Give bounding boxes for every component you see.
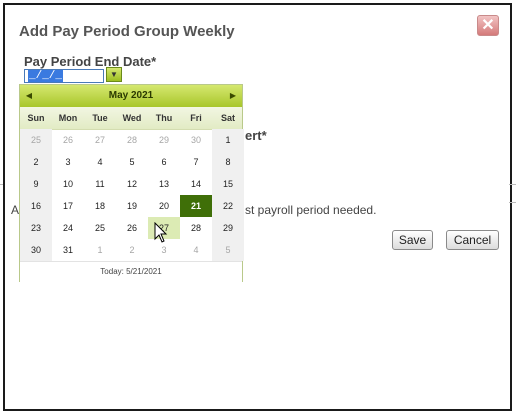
calendar-day[interactable]: 25 [20,129,52,151]
info-text-prefix: A [11,203,20,217]
calendar-day[interactable]: 8 [212,151,244,173]
calendar-day[interactable]: 5 [212,239,244,261]
calendar-day[interactable]: 9 [20,173,52,195]
weekday-mon: Mon [58,113,78,123]
calendar-day[interactable]: 4 [180,239,212,261]
previous-month-icon[interactable]: ◀ [22,85,36,107]
weekday-header-row: Sun Mon Tue Wed Thu Fri Sat [20,107,242,130]
calendar-day[interactable]: 2 [116,239,148,261]
weekday-wed: Wed [122,113,142,123]
pay-period-end-date-label: Pay Period End Date* [24,54,157,69]
calendar-day[interactable]: 25 [84,217,116,239]
calendar-day[interactable]: 5 [116,151,148,173]
calendar-day[interactable]: 12 [116,173,148,195]
calendar-day[interactable]: 7 [180,151,212,173]
calendar-day[interactable]: 18 [84,195,116,217]
calendar-day-selected[interactable]: 21 [180,195,212,217]
calendar-day[interactable]: 31 [52,239,84,261]
calendar-day[interactable]: 1 [212,129,244,151]
calendar-month-label[interactable]: May 2021 [20,85,242,107]
background-divider-left [0,184,3,185]
calendar-day[interactable]: 13 [148,173,180,195]
calendar-day[interactable]: 10 [52,173,84,195]
weekday-tue: Tue [92,113,108,123]
calendar-day[interactable]: 28 [180,217,212,239]
second-field-label: ert* [245,128,267,143]
calendar-day[interactable]: 22 [212,195,244,217]
weekday-thu: Thu [155,113,173,123]
info-text: st payroll period needed. [245,203,377,217]
calendar-day[interactable]: 14 [180,173,212,195]
calendar-day[interactable]: 24 [52,217,84,239]
calendar-day[interactable]: 29 [212,217,244,239]
background-divider-right-2 [509,202,516,203]
calendar-day[interactable]: 4 [84,151,116,173]
pay-period-end-date-input[interactable]: _/_/_ [24,69,104,83]
calendar-day[interactable]: 30 [180,129,212,151]
calendar-day[interactable]: 16 [20,195,52,217]
calendar-day[interactable]: 19 [116,195,148,217]
calendar-day[interactable]: 1 [84,239,116,261]
calendar-day[interactable]: 29 [148,129,180,151]
weekday-fri: Fri [190,113,202,123]
mouse-pointer-icon [154,222,168,243]
calendar-day[interactable]: 2 [20,151,52,173]
date-picker-calendar: May 2021 ◀ ▶ Sun Mon Tue Wed Thu Fri Sat 25 26 2… [19,84,244,282]
calendar-day[interactable]: 17 [52,195,84,217]
calendar-dropdown-icon[interactable]: ▼ [106,67,122,82]
calendar-day[interactable]: 26 [116,217,148,239]
today-link[interactable]: Today: 5/21/2021 [20,261,242,282]
calendar-day[interactable]: 28 [116,129,148,151]
cancel-button[interactable]: Cancel [446,230,499,250]
background-divider-right [509,184,516,185]
close-icon[interactable]: ✕ [477,15,499,36]
calendar-day[interactable]: 3 [52,151,84,173]
calendar-day[interactable]: 26 [52,129,84,151]
weekday-sat: Sat [220,113,235,123]
calendar-header: May 2021 ◀ ▶ [20,85,242,107]
calendar-day[interactable]: 15 [212,173,244,195]
calendar-day[interactable]: 27 [84,129,116,151]
date-input-value: _/_/_ [28,70,64,82]
next-month-icon[interactable]: ▶ [226,85,240,107]
calendar-day[interactable]: 23 [20,217,52,239]
calendar-day[interactable]: 11 [84,173,116,195]
save-button[interactable]: Save [392,230,433,250]
weekday-sun: Sun [27,113,45,123]
calendar-day[interactable]: 6 [148,151,180,173]
dialog-title: Add Pay Period Group Weekly [19,23,235,40]
calendar-day[interactable]: 20 [148,195,180,217]
calendar-day[interactable]: 30 [20,239,52,261]
